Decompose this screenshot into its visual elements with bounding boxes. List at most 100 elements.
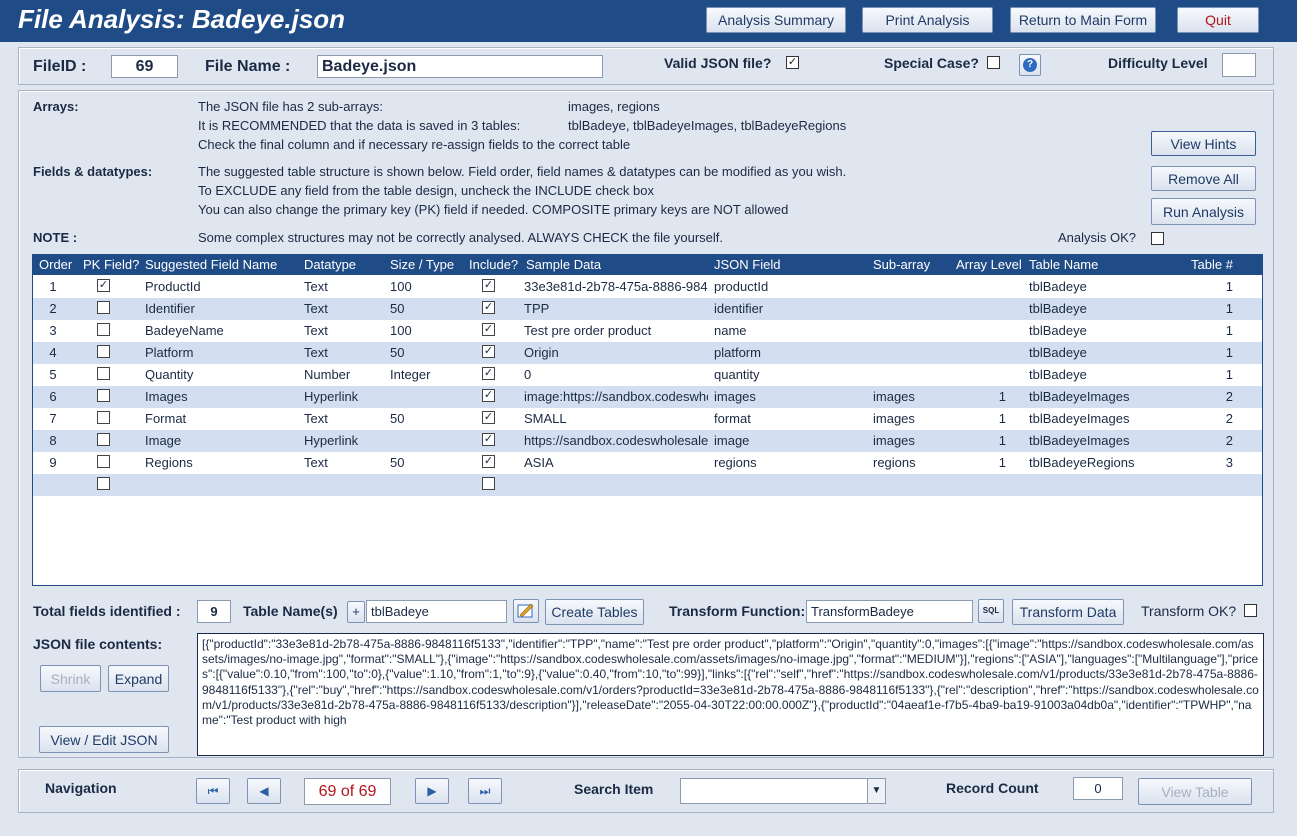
include-checkbox[interactable]: ✓ xyxy=(482,279,495,292)
include-checkbox[interactable]: ✓ xyxy=(482,345,495,358)
cell-table[interactable]: tblBadeye xyxy=(1029,323,1179,338)
cell-json-field[interactable]: name xyxy=(714,323,864,338)
cell-level[interactable]: 1 xyxy=(956,433,1006,448)
cell-datatype[interactable]: Hyperlink xyxy=(304,389,384,404)
cell-sample[interactable]: SMALL xyxy=(524,411,708,426)
filename-field[interactable]: Badeye.json xyxy=(317,55,603,78)
cell-subarray[interactable]: images xyxy=(873,389,948,404)
cell-table[interactable]: tblBadeye xyxy=(1029,345,1179,360)
cell-order[interactable]: 1 xyxy=(33,279,73,294)
cell-json-field[interactable]: identifier xyxy=(714,301,864,316)
total-fields-value[interactable]: 9 xyxy=(197,600,231,623)
cell-order[interactable]: 8 xyxy=(33,433,73,448)
pk-checkbox[interactable] xyxy=(97,323,110,336)
include-checkbox[interactable] xyxy=(482,477,495,490)
include-checkbox[interactable]: ✓ xyxy=(482,389,495,402)
pk-checkbox[interactable] xyxy=(97,301,110,314)
cell-sample[interactable]: https://sandbox.codeswholesale.com xyxy=(524,433,708,448)
run-analysis-button[interactable]: Run Analysis xyxy=(1151,198,1256,225)
cell-table[interactable]: tblBadeyeImages xyxy=(1029,389,1179,404)
json-contents-box[interactable]: [{"productId":"33e3e81d-2b78-475a-8886-9… xyxy=(197,633,1264,756)
chevron-down-icon[interactable]: ▼ xyxy=(867,779,885,803)
cell-size[interactable]: 50 xyxy=(390,455,465,470)
cell-datatype[interactable]: Text xyxy=(304,279,384,294)
add-table-button[interactable]: + xyxy=(347,601,365,623)
cell-level[interactable]: 1 xyxy=(956,389,1006,404)
cell-datatype[interactable]: Hyperlink xyxy=(304,433,384,448)
cell-sample[interactable]: 33e3e81d-2b78-475a-8886-9848116f5133 xyxy=(524,279,708,294)
return-main-form-button[interactable]: Return to Main Form xyxy=(1010,7,1156,33)
difficulty-field[interactable] xyxy=(1222,53,1256,77)
table-row[interactable]: 6 Images Hyperlink ✓ image:https://sandbox.c… xyxy=(33,386,1262,408)
cell-order[interactable]: 4 xyxy=(33,345,73,360)
cell-datatype[interactable]: Text xyxy=(304,411,384,426)
table-row[interactable]: 1 ✓ ProductId Text 100 ✓ 33e3e81d-2b78-475a-88… xyxy=(33,276,1262,298)
include-checkbox[interactable]: ✓ xyxy=(482,323,495,336)
table-row[interactable]: 9 Regions Text 50 ✓ ASIA regions regions 1 tblBad… xyxy=(33,452,1262,474)
view-edit-json-button[interactable]: View / Edit JSON xyxy=(39,726,169,753)
cell-tablenum[interactable]: 1 xyxy=(1183,345,1233,360)
record-count-field[interactable]: 0 xyxy=(1073,777,1123,800)
transform-data-button[interactable]: Transform Data xyxy=(1012,599,1124,625)
pk-checkbox[interactable] xyxy=(97,345,110,358)
table-row[interactable]: 8 Image Hyperlink ✓ https://sandbox.codeswho… xyxy=(33,430,1262,452)
view-table-button[interactable]: View Table xyxy=(1138,778,1252,805)
table-edit-button[interactable] xyxy=(513,599,539,623)
cell-name[interactable]: Identifier xyxy=(145,301,295,316)
cell-name[interactable]: Quantity xyxy=(145,367,295,382)
cell-table[interactable]: tblBadeye xyxy=(1029,279,1179,294)
cell-tablenum[interactable]: 2 xyxy=(1183,433,1233,448)
cell-order[interactable]: 5 xyxy=(33,367,73,382)
analysis-ok-checkbox[interactable] xyxy=(1151,232,1164,245)
pk-checkbox[interactable] xyxy=(97,433,110,446)
table-row[interactable]: 2 Identifier Text 50 ✓ TPP identifier tblBadeye… xyxy=(33,298,1262,320)
cell-tablenum[interactable]: 2 xyxy=(1183,411,1233,426)
help-button[interactable]: ? xyxy=(1019,54,1041,76)
cell-size[interactable]: 100 xyxy=(390,323,465,338)
cell-tablenum[interactable]: 2 xyxy=(1183,389,1233,404)
cell-size[interactable]: 100 xyxy=(390,279,465,294)
cell-table[interactable]: tblBadeyeImages xyxy=(1029,433,1179,448)
pk-checkbox[interactable] xyxy=(97,455,110,468)
cell-tablenum[interactable]: 1 xyxy=(1183,367,1233,382)
cell-order[interactable]: 3 xyxy=(33,323,73,338)
include-checkbox[interactable]: ✓ xyxy=(482,411,495,424)
print-analysis-button[interactable]: Print Analysis xyxy=(862,7,993,33)
search-item-combo[interactable]: ▼ xyxy=(680,778,886,804)
fileid-field[interactable]: 69 xyxy=(111,55,178,78)
cell-tablenum[interactable]: 1 xyxy=(1183,279,1233,294)
cell-sample[interactable]: Test pre order product xyxy=(524,323,708,338)
cell-subarray[interactable]: regions xyxy=(873,455,948,470)
cell-name[interactable]: Image xyxy=(145,433,295,448)
cell-order[interactable]: 2 xyxy=(33,301,73,316)
cell-name[interactable]: BadeyeName xyxy=(145,323,295,338)
create-tables-button[interactable]: Create Tables xyxy=(545,599,644,625)
table-row[interactable]: 4 Platform Text 50 ✓ Origin platform tblBadeye 1 xyxy=(33,342,1262,364)
pk-checkbox[interactable] xyxy=(97,367,110,380)
cell-size[interactable]: Integer xyxy=(390,367,465,382)
expand-button[interactable]: Expand xyxy=(108,665,169,692)
include-checkbox[interactable]: ✓ xyxy=(482,433,495,446)
pk-checkbox[interactable] xyxy=(97,477,110,490)
cell-sample[interactable]: 0 xyxy=(524,367,708,382)
pk-checkbox[interactable] xyxy=(97,389,110,402)
table-row[interactable]: 5 Quantity Number Integer ✓ 0 quantity tblBadey… xyxy=(33,364,1262,386)
previous-record-button[interactable]: ◀ xyxy=(247,778,281,804)
table-row[interactable]: 3 BadeyeName Text 100 ✓ Test pre order produc… xyxy=(33,320,1262,342)
cell-table[interactable]: tblBadeyeImages xyxy=(1029,411,1179,426)
cell-name[interactable]: Platform xyxy=(145,345,295,360)
last-record-button[interactable]: ⏭ xyxy=(468,778,502,804)
cell-datatype[interactable]: Number xyxy=(304,367,384,382)
cell-json-field[interactable]: regions xyxy=(714,455,864,470)
cell-json-field[interactable]: images xyxy=(714,389,864,404)
pk-checkbox[interactable]: ✓ xyxy=(97,279,110,292)
first-record-button[interactable]: ⏮ xyxy=(196,778,230,804)
include-checkbox[interactable]: ✓ xyxy=(482,367,495,380)
cell-sample[interactable]: TPP xyxy=(524,301,708,316)
cell-sample[interactable]: ASIA xyxy=(524,455,708,470)
cell-name[interactable]: Format xyxy=(145,411,295,426)
cell-size[interactable]: 50 xyxy=(390,345,465,360)
cell-json-field[interactable]: productId xyxy=(714,279,864,294)
cell-json-field[interactable]: image xyxy=(714,433,864,448)
cell-sample[interactable]: image:https://sandbox.codeswholesale.com xyxy=(524,389,708,404)
